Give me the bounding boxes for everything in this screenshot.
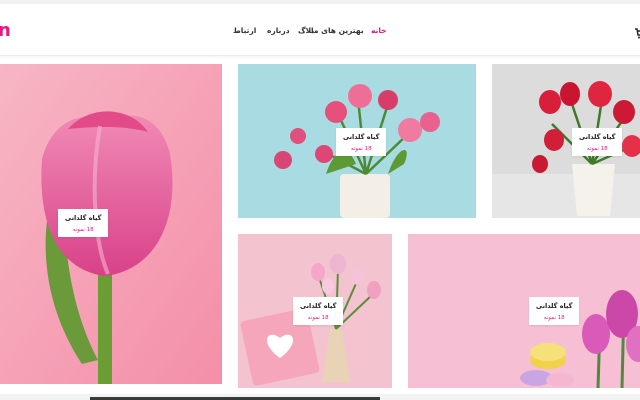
navbar: n خانه بهترین های ما بلاگ درباره ارتباط (0, 4, 640, 56)
nav-item-blog[interactable]: بلاگ (298, 26, 314, 35)
product-count: 18 نمونه (72, 227, 94, 233)
cart-icon[interactable] (634, 24, 640, 39)
product-card-5[interactable] (408, 234, 640, 388)
product-count: 18 نمونه (586, 146, 608, 152)
nav-item-about[interactable]: درباره (267, 26, 290, 35)
nav-item-home[interactable]: خانه (371, 26, 387, 35)
product-count: 18 نمونه (350, 146, 372, 152)
product-name: گیاه گلدانی (536, 302, 573, 310)
product-label-2: گیاه گلدانی 18 نمونه (336, 128, 387, 156)
tulip-image (0, 64, 222, 384)
macaron-tulip-image (408, 234, 640, 388)
product-count: 18 نمونه (307, 315, 329, 321)
product-card-1[interactable] (0, 64, 222, 384)
product-label-1: گیاه گلدانی 18 نمونه (58, 209, 109, 237)
nav-item-contact[interactable]: ارتباط (233, 26, 256, 35)
product-label-5: گیاه گلدانی 18 نمونه (529, 297, 580, 325)
product-count: 18 نمونه (543, 315, 565, 321)
product-name: گیاه گلدانی (343, 133, 380, 141)
product-label-4: گیاه گلدانی 18 نمونه (293, 297, 344, 325)
product-name: گیاه گلدانی (65, 214, 102, 222)
product-name: گیاه گلدانی (579, 133, 616, 141)
page: n خانه بهترین های ما بلاگ درباره ارتباط (0, 0, 640, 400)
main-menu: خانه بهترین های ما بلاگ درباره ارتباط (0, 26, 640, 42)
product-name: گیاه گلدانی (300, 302, 337, 310)
product-label-3: گیاه گلدانی 18 نمونه (572, 128, 623, 156)
nav-item-best[interactable]: بهترین های ما (311, 26, 364, 35)
